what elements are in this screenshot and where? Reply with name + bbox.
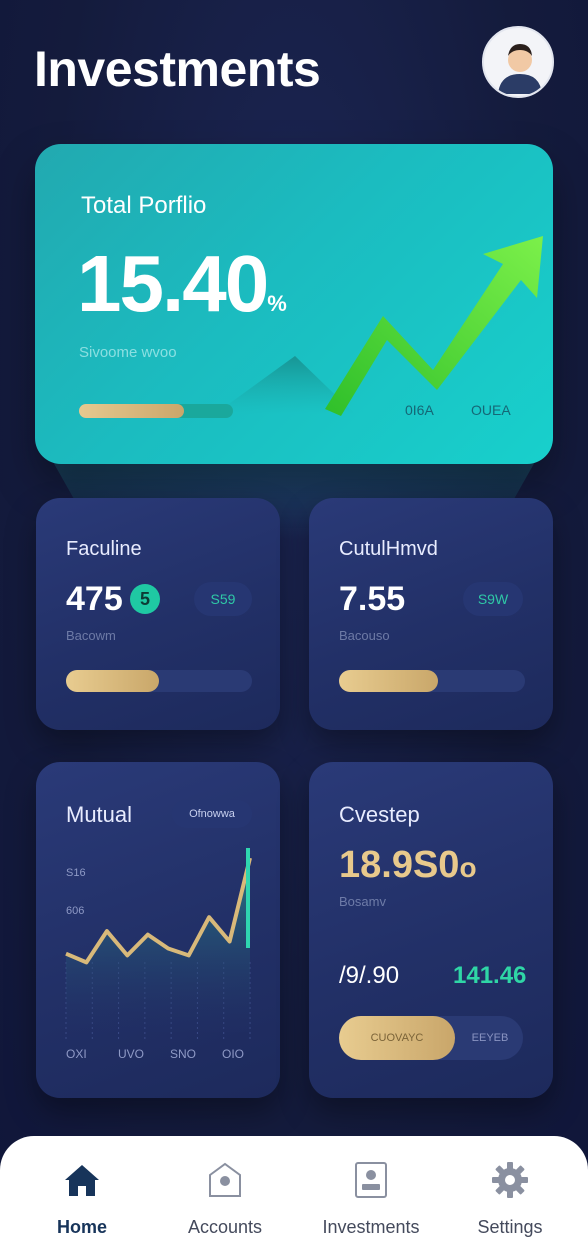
cvestep-value: 18.9S0o — [339, 844, 477, 887]
portfolio-card[interactable]: Total Porflio 15.40% Sivoome wvoo 0I6A O… — [35, 144, 553, 464]
mutual-chart-area — [66, 858, 250, 1032]
cvestep-toggle-inactive[interactable]: EEYEB — [461, 1016, 519, 1060]
faculine-badge: 5 — [130, 584, 160, 614]
home-icon — [65, 1165, 99, 1196]
cutulhmvd-progress-bar — [339, 670, 525, 692]
faculine-progress-fill — [66, 670, 159, 692]
nav-item-home[interactable]: Home — [22, 1160, 142, 1238]
faculine-progress-bar — [66, 670, 252, 692]
mutual-x-tick: UVO — [118, 1047, 144, 1061]
cvestep-toggle[interactable]: CUOVAYC EEYEB — [339, 1016, 523, 1060]
cvestep-value-number: 18.9S0 — [339, 844, 460, 886]
faculine-title: Faculine — [66, 538, 142, 560]
cutulhmvd-progress-fill — [339, 670, 438, 692]
nav-item-investments[interactable]: Investments — [311, 1160, 431, 1238]
cvestep-title: Cvestep — [339, 802, 420, 827]
cvestep-right-stat: 141.46 — [453, 962, 527, 989]
mutual-y-tick: 606 — [66, 905, 84, 917]
mutual-x-tick: OXI — [66, 1047, 87, 1061]
portfolio-subtitle: Sivoome wvoo — [79, 344, 177, 361]
settings-icon — [492, 1162, 528, 1198]
mutual-chart: S16 606 OXI UVO SNO OIO — [65, 848, 252, 1061]
faculine-card[interactable]: Faculine 475 5 S59 Bacowm — [36, 498, 280, 730]
faculine-value: 475 — [66, 580, 123, 618]
cvestep-toggle-active[interactable]: CUOVAYC — [339, 1016, 455, 1060]
nav-item-accounts[interactable]: Accounts — [165, 1160, 285, 1238]
nav-label-settings: Settings — [477, 1217, 543, 1237]
cvestep-card[interactable]: Cvestep 18.9S0o Bosamv /9/.90 141.46 CUO… — [309, 762, 553, 1098]
cutulhmvd-title: CutulHmvd — [339, 538, 438, 560]
faculine-pill[interactable]: S59 — [194, 582, 252, 616]
portfolio-progress-fill — [79, 404, 184, 418]
faculine-subtitle: Bacowm — [66, 628, 116, 643]
header: Investments — [34, 26, 554, 106]
mutual-y-tick: S16 — [66, 867, 86, 879]
portfolio-progress-bar — [79, 404, 233, 418]
portfolio-label: Total Porflio — [81, 192, 207, 219]
accounts-icon — [209, 1162, 241, 1197]
cutulhmvd-card[interactable]: CutulHmvd 7.55 S9W Bacouso — [309, 498, 553, 730]
mutual-x-tick: SNO — [170, 1047, 196, 1061]
cutulhmvd-subtitle: Bacouso — [339, 628, 390, 643]
cutulhmvd-value: 7.55 — [339, 580, 406, 618]
nav-label-investments: Investments — [322, 1217, 420, 1237]
cvestep-subtitle: Bosamv — [339, 894, 386, 909]
cutulhmvd-pill[interactable]: S9W — [463, 582, 523, 616]
bottom-navigation: Home Accounts Investments Settings — [0, 1136, 588, 1244]
trend-up-arrow-icon — [215, 236, 543, 416]
cvestep-value-suffix: o — [459, 852, 477, 883]
nav-label-accounts: Accounts — [187, 1217, 263, 1237]
investments-icon — [355, 1162, 387, 1198]
mutual-card[interactable]: Mutual Ofnowwa S16 606 OXI UVO SNO OIO — [36, 762, 280, 1098]
nav-label-home: Home — [56, 1217, 107, 1237]
user-avatar-icon[interactable] — [482, 26, 554, 98]
nav-item-settings[interactable]: Settings — [450, 1160, 570, 1238]
page-title: Investments — [34, 41, 321, 97]
mutual-chart-marker — [246, 848, 250, 948]
mutual-x-tick: OIO — [222, 1047, 244, 1061]
cvestep-left-stat: /9/.90 — [339, 962, 400, 989]
